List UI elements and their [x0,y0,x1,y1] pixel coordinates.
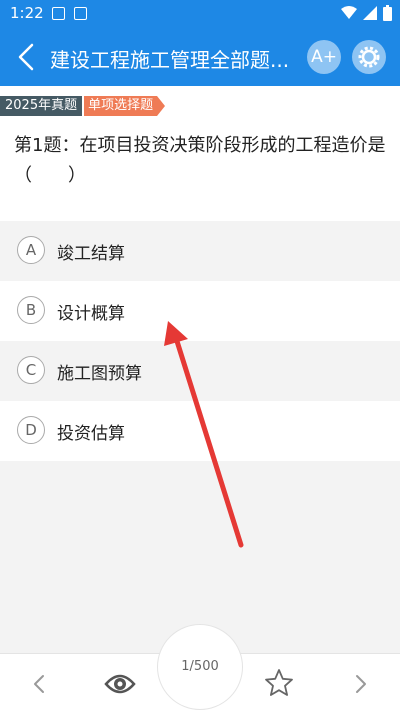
option-label: 设计概算 [57,304,125,324]
question-counter[interactable]: 1/500 [157,624,243,710]
option-label: 竣工结算 [57,244,125,264]
option-letter: D [17,416,45,444]
back-icon[interactable] [12,41,42,73]
wifi-icon [341,6,357,19]
question-text: 第1题：在项目投资决策阶段形成的工程造价是（ ） [14,135,386,186]
a-icon [74,7,87,20]
page-title: 建设工程施工管理全部题... [50,48,290,72]
app-header: 建设工程施工管理全部题... A+ [0,28,400,86]
question-tags: 2025年真题 单项选择题 [0,96,166,116]
status-bar: 1:22 [0,0,400,28]
option-c[interactable]: C 施工图预算 [0,341,400,401]
year-badge: 2025年真题 [0,96,83,116]
option-b[interactable]: B 设计概算 [0,281,400,341]
signal-icon [363,6,377,20]
next-icon[interactable] [348,672,372,696]
type-badge: 单项选择题 [84,96,166,116]
option-d[interactable]: D 投资估算 [0,401,400,461]
option-label: 投资估算 [57,424,125,444]
battery-icon [383,5,392,21]
status-time: 1:22 [10,4,44,22]
option-letter: B [17,296,45,324]
image-icon [52,7,65,20]
option-label: 施工图预算 [57,364,142,384]
prev-icon[interactable] [28,672,52,696]
option-a[interactable]: A 竣工结算 [0,221,400,281]
star-icon[interactable] [264,668,294,698]
eye-icon[interactable] [104,670,136,698]
option-letter: A [17,236,45,264]
font-size-button[interactable]: A+ [307,40,341,74]
gear-icon[interactable] [352,40,386,74]
option-letter: C [17,356,45,384]
